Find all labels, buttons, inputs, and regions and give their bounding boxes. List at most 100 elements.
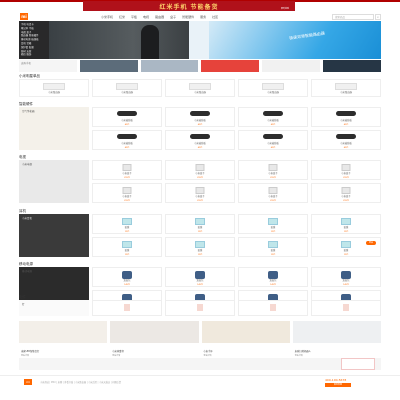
product-card[interactable]: 双肩包 149元 bbox=[238, 267, 308, 287]
product-name: 小米路由器 bbox=[48, 91, 60, 94]
product-card[interactable]: 小米路由器 bbox=[311, 79, 381, 97]
product-grid: 小米插线板 49元 小米插线板 49元 小米插线板 49元 小米插线板 49元 小米插线板 49元… bbox=[92, 107, 381, 150]
footer-card[interactable]: 米家扫地机器人 查看详情 bbox=[292, 321, 381, 357]
product-card[interactable]: 小米盒子 299元 bbox=[92, 183, 162, 203]
product-card[interactable]: 贴膜 19元 bbox=[238, 237, 308, 257]
nav-item[interactable]: 服务 bbox=[200, 15, 206, 19]
footer-card-sub: 查看详情 bbox=[21, 355, 30, 357]
product-card[interactable]: 小米插线板 49元 bbox=[238, 107, 308, 127]
product-card[interactable]: 贴膜 19元 bbox=[92, 237, 162, 257]
product-grid bbox=[92, 300, 381, 316]
search-icon[interactable]: ⌕ bbox=[375, 14, 381, 20]
product-card[interactable]: 双肩包 149元 bbox=[92, 267, 162, 287]
product-card[interactable]: 小米插线板 49元 bbox=[238, 130, 308, 150]
product-card[interactable]: 小米插线板 49元 bbox=[92, 130, 162, 150]
product-card[interactable]: 小米插线板 49元 bbox=[311, 107, 381, 127]
product-card[interactable]: 贴膜 19元 bbox=[92, 214, 162, 234]
product-card[interactable] bbox=[165, 300, 235, 316]
footer-card[interactable]: 小米手环 查看详情 bbox=[201, 321, 290, 357]
product-price: 149元 bbox=[197, 284, 203, 286]
product-card[interactable]: 小米盒子 299元 bbox=[311, 160, 381, 180]
section-row: 灯 bbox=[19, 300, 381, 316]
product-card[interactable]: 小米盒子 299元 bbox=[238, 160, 308, 180]
product-image bbox=[117, 134, 137, 139]
nav-item[interactable]: 电视 bbox=[143, 15, 149, 19]
product-image bbox=[195, 241, 205, 248]
nav-item[interactable]: 红米 bbox=[119, 15, 125, 19]
sub-banner[interactable] bbox=[79, 60, 138, 72]
search-input[interactable]: 搜索商品 bbox=[332, 14, 374, 20]
feature-banner[interactable]: 小米耳机 bbox=[19, 214, 89, 257]
contact-button[interactable]: 联系客服 bbox=[325, 383, 351, 387]
product-card[interactable]: 贴膜 19元 bbox=[165, 214, 235, 234]
category-item[interactable]: 箱包 服饰 bbox=[19, 53, 49, 57]
product-card[interactable]: 小米路由器 bbox=[19, 79, 89, 97]
product-name: 小米插线板 bbox=[267, 119, 279, 122]
product-card[interactable]: 贴膜 19元 bbox=[165, 237, 235, 257]
product-image bbox=[268, 164, 278, 171]
footer-logo[interactable]: mi bbox=[24, 379, 32, 385]
product-card[interactable]: 小米盒子 299元 bbox=[165, 160, 235, 180]
feature-banner[interactable]: 灯 bbox=[19, 300, 89, 316]
footer-card[interactable]: 小米体重秤 查看详情 bbox=[110, 321, 199, 357]
product-name: 小米路由器 bbox=[194, 91, 206, 94]
footer-card-sub: 查看详情 bbox=[294, 355, 303, 357]
product-card[interactable]: 小米盒子 299元 bbox=[92, 160, 162, 180]
feature-banner[interactable]: 小米电视 bbox=[19, 160, 89, 203]
sub-banner[interactable] bbox=[323, 60, 381, 72]
product-card[interactable] bbox=[311, 300, 381, 316]
product-card[interactable] bbox=[238, 300, 308, 316]
router-image bbox=[262, 83, 284, 90]
product-card[interactable]: 小米插线板 49元 bbox=[92, 107, 162, 127]
product-card[interactable]: 贴膜 19元 bbox=[238, 214, 308, 234]
promo-banner[interactable]: 红米手机 节能备货 限时抢购 bbox=[83, 1, 295, 11]
product-card[interactable]: 贴膜 19元 bbox=[311, 214, 381, 234]
sub-banner[interactable] bbox=[262, 60, 321, 72]
product-name: 贴膜 bbox=[197, 249, 203, 252]
product-card[interactable]: 小米盒子 299元 bbox=[238, 183, 308, 203]
product-image bbox=[341, 187, 351, 194]
product-card[interactable]: 小米路由器 bbox=[238, 79, 308, 97]
product-card[interactable]: 小米插线板 49元 bbox=[165, 107, 235, 127]
section-row: 空气净化器 小米插线板 49元 小米插线板 49元 小米插线板 49元 小米插线板 49元 小米插… bbox=[19, 107, 381, 150]
product-price: 299元 bbox=[270, 200, 276, 202]
product-name: 小米插线板 bbox=[194, 119, 206, 122]
product-card[interactable]: 小米路由器 bbox=[165, 79, 235, 97]
service-box[interactable] bbox=[341, 358, 375, 370]
promo-banner-right[interactable]: 极速双频智能路由器 bbox=[189, 21, 381, 59]
sub-banner[interactable] bbox=[140, 60, 199, 72]
sub-banner[interactable]: 选购手机 bbox=[19, 60, 77, 72]
product-image bbox=[195, 164, 205, 171]
product-card[interactable]: 小米盒子 299元 bbox=[165, 183, 235, 203]
nav-item[interactable]: 平板 bbox=[131, 15, 137, 19]
feature-banner[interactable]: 空气净化器 bbox=[19, 107, 89, 150]
nav-item[interactable]: 智能硬件 bbox=[182, 15, 194, 19]
product-name: 双肩包 bbox=[123, 279, 131, 282]
product-card[interactable] bbox=[92, 300, 162, 316]
product-name: 小米盒子 bbox=[341, 195, 351, 198]
nav-item[interactable]: 路由器 bbox=[155, 15, 164, 19]
product-card[interactable]: 小米盒子 299元 bbox=[311, 183, 381, 203]
product-card[interactable]: 小米插线板 49元 bbox=[311, 130, 381, 150]
hero-banner[interactable]: 手机 电话卡 笔记本 平板 电视 盒子 路由器 智能硬件 移动电源 插线板 耳机… bbox=[19, 21, 381, 59]
product-price: 49元 bbox=[343, 147, 349, 149]
footer-links[interactable]: 小米商城 | MIUI | 米聊 | 多看书城 | 小米路由器 | 小米后院 |… bbox=[40, 380, 260, 384]
nav-item[interactable]: 小米手机 bbox=[101, 15, 113, 19]
product-price: 19元 bbox=[197, 231, 203, 233]
footer-card[interactable]: 米家LED智能台灯 查看详情 bbox=[19, 321, 108, 357]
product-card[interactable]: 双肩包 149元 bbox=[311, 267, 381, 287]
product-card[interactable]: 小米插线板 49元 bbox=[165, 130, 235, 150]
feature-label: 灯 bbox=[22, 303, 25, 306]
product-card[interactable]: 双肩包 149元 bbox=[165, 267, 235, 287]
product-card[interactable]: 小米路由器 bbox=[92, 79, 162, 97]
sub-banner[interactable] bbox=[201, 60, 260, 72]
nav-item[interactable]: 社区 bbox=[212, 15, 218, 19]
product-grid: 小米盒子 299元 小米盒子 299元 小米盒子 299元 小米盒子 299元 小米盒子 299元… bbox=[92, 160, 381, 203]
product-price: 49元 bbox=[197, 124, 203, 126]
site-logo[interactable]: mi bbox=[20, 13, 28, 20]
product-card[interactable]: 贴膜 19元 新品 bbox=[311, 237, 381, 257]
footer-cards: 米家LED智能台灯 查看详情 小米体重秤 查看详情 小米手环 查看详情 米家扫地机器人… bbox=[19, 321, 381, 357]
feature-label: 移动电源 bbox=[22, 270, 33, 273]
product-price: 19元 bbox=[343, 254, 349, 256]
nav-item[interactable]: 盒子 bbox=[170, 15, 176, 19]
